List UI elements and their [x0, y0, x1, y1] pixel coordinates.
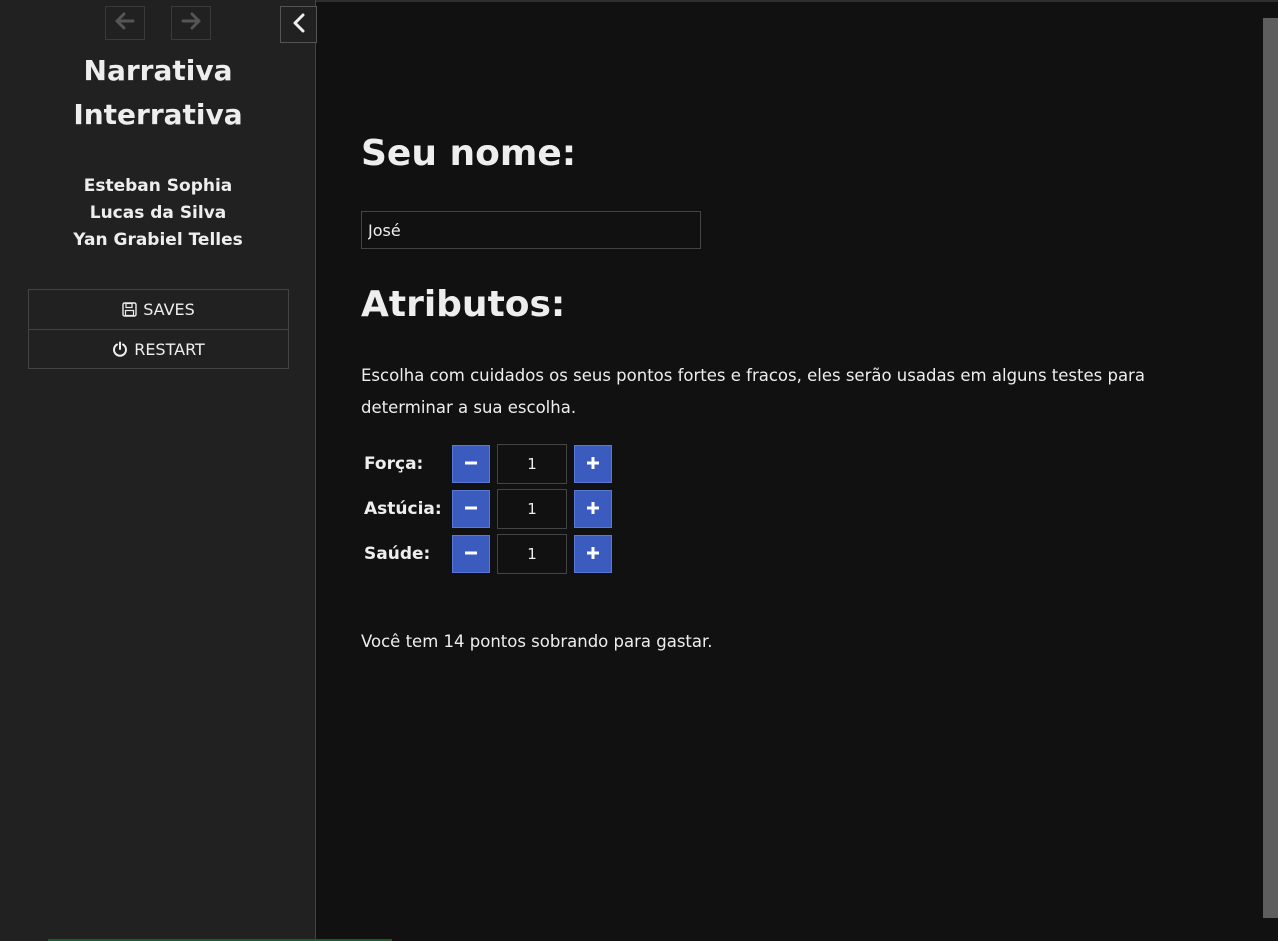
- attribute-label: Força:: [364, 454, 424, 474]
- saude-increase-button[interactable]: [574, 535, 612, 573]
- chevron-left-icon: [292, 13, 306, 37]
- name-heading: Seu nome:: [361, 133, 577, 174]
- history-back-button[interactable]: [105, 6, 145, 40]
- restart-label: RESTART: [134, 339, 205, 359]
- arrow-left-icon: [115, 12, 135, 34]
- attribute-label: Astúcia:: [364, 499, 442, 519]
- saves-label: SAVES: [143, 300, 195, 319]
- author-name: Lucas da Silva: [89, 203, 227, 223]
- saves-button[interactable]: SAVES: [29, 290, 288, 329]
- minus-icon: [464, 455, 478, 474]
- saude-value[interactable]: 1: [497, 534, 567, 574]
- story-title-line: Interrativa: [73, 98, 243, 131]
- author-name: Yan Grabiel Telles: [73, 230, 243, 250]
- floppy-disk-icon: [122, 302, 137, 317]
- forca-value[interactable]: 1: [497, 444, 567, 484]
- sidebar-toggle-button[interactable]: [280, 6, 317, 43]
- story-authors: Esteban Sophia Lucas da Silva Yan Grabie…: [0, 173, 316, 254]
- attribute-label: Saúde:: [364, 544, 431, 564]
- sidebar-menu: SAVES RESTART: [28, 289, 289, 369]
- forca-increase-button[interactable]: [574, 445, 612, 483]
- story-title: Narrativa Interrativa: [0, 49, 316, 137]
- minus-icon: [464, 500, 478, 519]
- attributes-intro: Escolha com cuidados os seus pontos fort…: [361, 366, 1145, 417]
- arrow-right-icon: [181, 12, 201, 34]
- astucia-increase-button[interactable]: [574, 490, 612, 528]
- attributes-heading: Atributos:: [361, 284, 566, 325]
- vertical-scrollbar[interactable]: [1263, 18, 1278, 918]
- attribute-row-saude: Saúde: 1: [364, 534, 664, 574]
- restart-button[interactable]: RESTART: [29, 329, 288, 368]
- minus-icon: [464, 545, 478, 564]
- attribute-row-forca: Força: 1: [364, 444, 664, 484]
- points-remaining-text: Você tem 14 pontos sobrando para gastar.: [361, 632, 713, 651]
- plus-icon: [586, 455, 600, 474]
- plus-icon: [586, 500, 600, 519]
- ui-bar: Narrativa Interrativa Esteban Sophia Luc…: [0, 0, 317, 941]
- astucia-decrease-button[interactable]: [452, 490, 490, 528]
- attribute-row-astucia: Astúcia: 1: [364, 489, 664, 529]
- power-icon: [112, 341, 128, 357]
- author-name: Esteban Sophia: [83, 176, 233, 196]
- astucia-value[interactable]: 1: [497, 489, 567, 529]
- name-input[interactable]: [361, 211, 701, 249]
- history-forward-button[interactable]: [171, 6, 211, 40]
- forca-decrease-button[interactable]: [452, 445, 490, 483]
- plus-icon: [586, 545, 600, 564]
- saude-decrease-button[interactable]: [452, 535, 490, 573]
- story-window: Narrativa Interrativa Esteban Sophia Luc…: [0, 0, 1278, 941]
- story-title-line: Narrativa: [83, 54, 233, 87]
- passage: Seu nome: Atributos: Escolha com cuidado…: [361, 0, 1241, 941]
